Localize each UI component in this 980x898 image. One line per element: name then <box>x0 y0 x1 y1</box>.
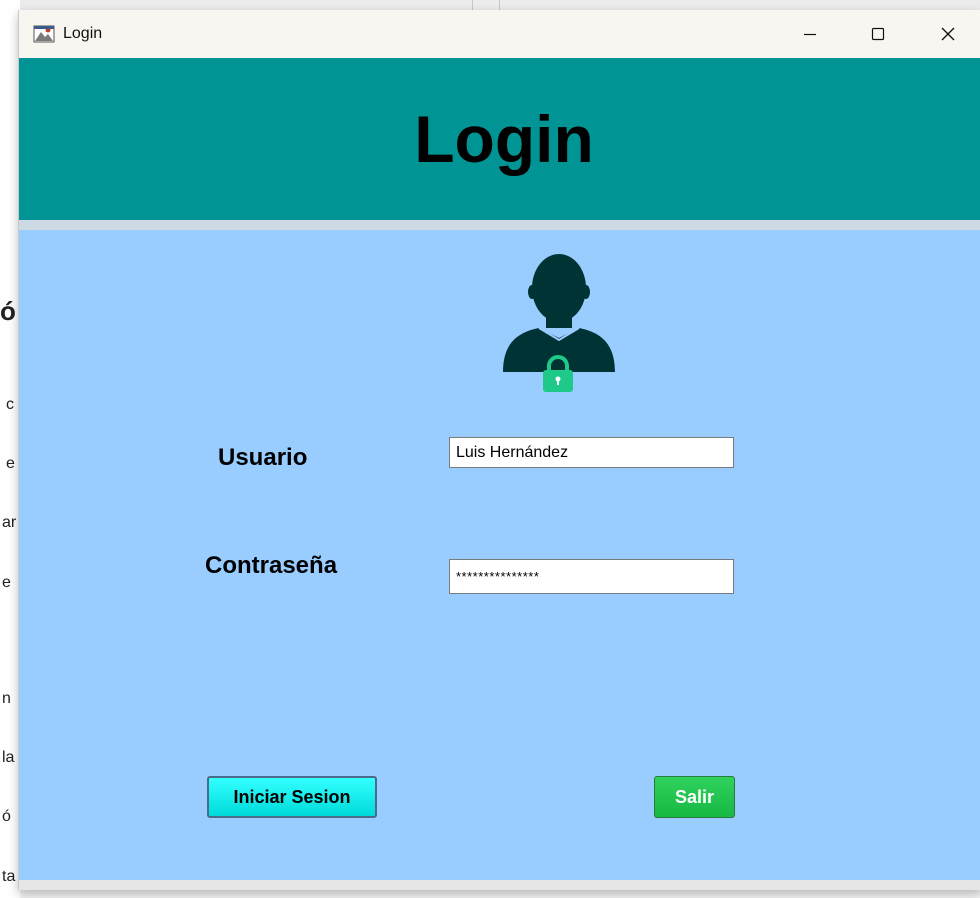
window-bottom-border <box>19 880 980 890</box>
maximize-icon <box>870 26 886 42</box>
background-text-fragment: ó <box>2 808 11 825</box>
background-window: ó c e ar e n la ó ta <box>0 0 20 898</box>
login-form-panel: Usuario Contraseña Iniciar Sesion Salir <box>19 230 980 880</box>
header-separator <box>19 220 980 230</box>
java-app-icon <box>33 24 55 44</box>
desktop: ó c e ar e n la ó ta Login Login Usuario… <box>0 0 980 898</box>
login-window: Login Login Usuario Luis Hernández Contr… <box>18 10 980 890</box>
login-button[interactable]: Iniciar Sesion <box>207 776 377 818</box>
background-divider <box>472 0 473 10</box>
password-label: Contraseña <box>205 552 338 579</box>
minimize-button[interactable] <box>785 16 835 52</box>
window-title: Login <box>63 25 103 42</box>
password-field[interactable] <box>449 559 734 594</box>
maximize-button[interactable] <box>853 16 903 52</box>
background-divider <box>499 0 500 10</box>
page-title: Login <box>414 102 594 176</box>
title-bar[interactable]: Login <box>19 10 980 58</box>
background-text-fragment: la <box>2 749 15 766</box>
background-text-fragment: ó <box>0 296 16 326</box>
close-button[interactable] <box>923 16 973 52</box>
login-header: Login <box>19 58 980 220</box>
background-text-fragment: ta <box>2 868 16 885</box>
minimize-icon <box>802 26 818 42</box>
user-lock-icon <box>499 242 619 392</box>
background-window-toolbar <box>0 0 980 10</box>
background-text-fragment: c <box>6 396 14 413</box>
username-field[interactable] <box>449 437 734 468</box>
background-text-fragment: ar <box>2 514 17 531</box>
background-text-fragment: e <box>2 574 11 591</box>
close-icon <box>940 26 956 42</box>
username-label: Usuario <box>218 444 308 471</box>
background-text-fragment: e <box>6 455 15 472</box>
exit-button[interactable]: Salir <box>654 776 735 818</box>
background-text-fragment: n <box>2 690 11 707</box>
